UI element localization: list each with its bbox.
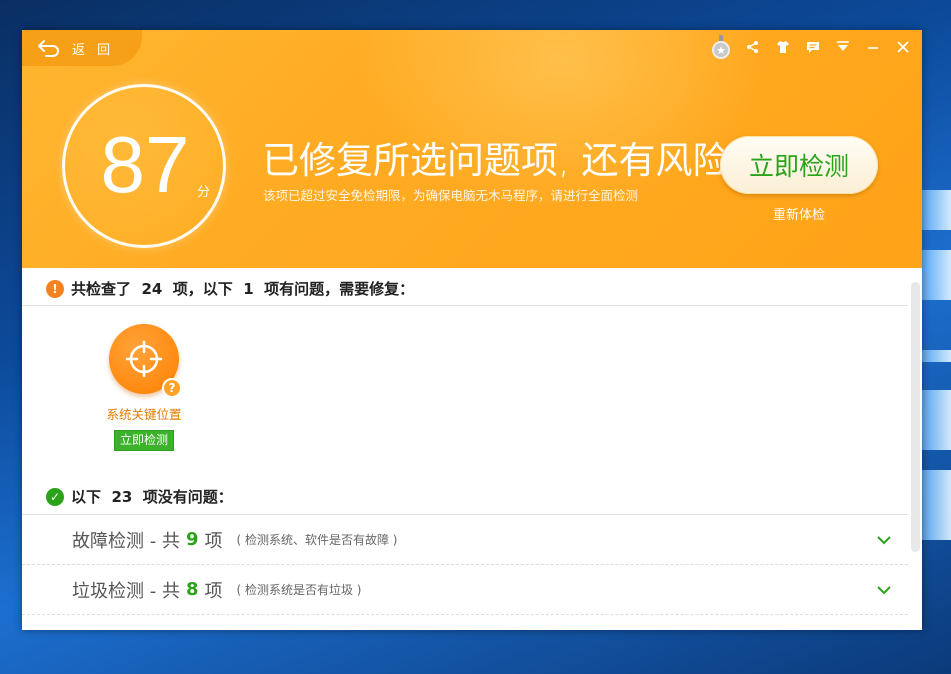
window-toolbar: ★ <box>710 34 912 60</box>
ok-summary: 以下 23 项没有问题： <box>71 488 233 506</box>
category-name: 故障检测 - 共 <box>72 530 180 552</box>
chevron-down-icon[interactable] <box>876 532 892 548</box>
score-header: 返 回 ★ 87 分 已修复所选问题项, 还有风险 该项已超过安全免检期限，为确… <box>22 30 922 268</box>
skin-icon[interactable] <box>774 38 792 56</box>
question-icon: ? <box>162 378 182 398</box>
score-value: 87 <box>100 120 190 209</box>
issue-scan-button[interactable]: 立即检测 <box>114 430 174 451</box>
issue-label: 系统关键位置 <box>106 407 182 422</box>
back-label: 返 回 <box>72 42 115 58</box>
chevron-down-icon[interactable] <box>876 582 892 598</box>
problems-section-title: ! 共检查了 24 项，以下 1 项有问题，需要修复： <box>46 278 414 299</box>
minimize-icon[interactable] <box>864 38 882 56</box>
category-name: 垃圾检测 - 共 <box>72 580 180 602</box>
share-icon[interactable] <box>744 38 762 56</box>
menu-icon[interactable] <box>834 38 852 56</box>
status-subline: 该项已超过安全免检期限，为确保电脑无木马程序，请进行全面检测 <box>263 188 639 203</box>
problems-summary: 共检查了 24 项，以下 1 项有问题，需要修复： <box>71 280 415 298</box>
category-unit: 项 <box>204 580 223 602</box>
divider <box>22 305 908 306</box>
issue-item[interactable]: ? 系统关键位置 立即检测 <box>98 324 190 451</box>
scan-now-button[interactable]: 立即检测 <box>720 136 878 194</box>
category-row-junk[interactable]: 垃圾检测 - 共 8 项 ( 检测系统是否有垃圾 ) <box>22 565 908 615</box>
back-button[interactable]: 返 回 <box>22 30 142 66</box>
crosshair-icon <box>125 340 163 378</box>
check-circle-icon: ✓ <box>46 487 64 506</box>
score-unit: 分 <box>197 185 211 200</box>
warning-icon: ! <box>46 279 64 298</box>
category-desc: ( 检测系统、软件是否有故障 ) <box>236 533 398 547</box>
issue-icon-badge[interactable]: ? <box>109 324 182 398</box>
recheck-link[interactable]: 重新体检 <box>720 204 878 223</box>
close-icon[interactable] <box>894 38 912 56</box>
feedback-icon[interactable] <box>804 38 822 56</box>
status-headline: 已修复所选问题项, 还有风险 <box>262 139 730 182</box>
back-arrow-icon <box>38 40 59 57</box>
category-row-fault[interactable]: 故障检测 - 共 9 项 ( 检测系统、软件是否有故障 ) <box>22 515 908 565</box>
results-panel: ! 共检查了 24 项，以下 1 项有问题，需要修复： ? 系统关键位置 立即检… <box>22 268 922 630</box>
category-count: 9 <box>185 529 199 550</box>
medal-icon[interactable]: ★ <box>710 34 732 60</box>
ok-section-title: ✓ 以下 23 项没有问题： <box>46 486 233 507</box>
category-count: 8 <box>185 579 199 600</box>
score-ring: 87 分 <box>62 84 226 248</box>
scrollbar-thumb[interactable] <box>911 282 920 552</box>
app-window: 返 回 ★ 87 分 已修复所选问题项, 还有风险 该项已超过安全免检期限，为确… <box>22 30 922 630</box>
category-desc: ( 检测系统是否有垃圾 ) <box>236 583 362 597</box>
category-unit: 项 <box>204 530 223 552</box>
